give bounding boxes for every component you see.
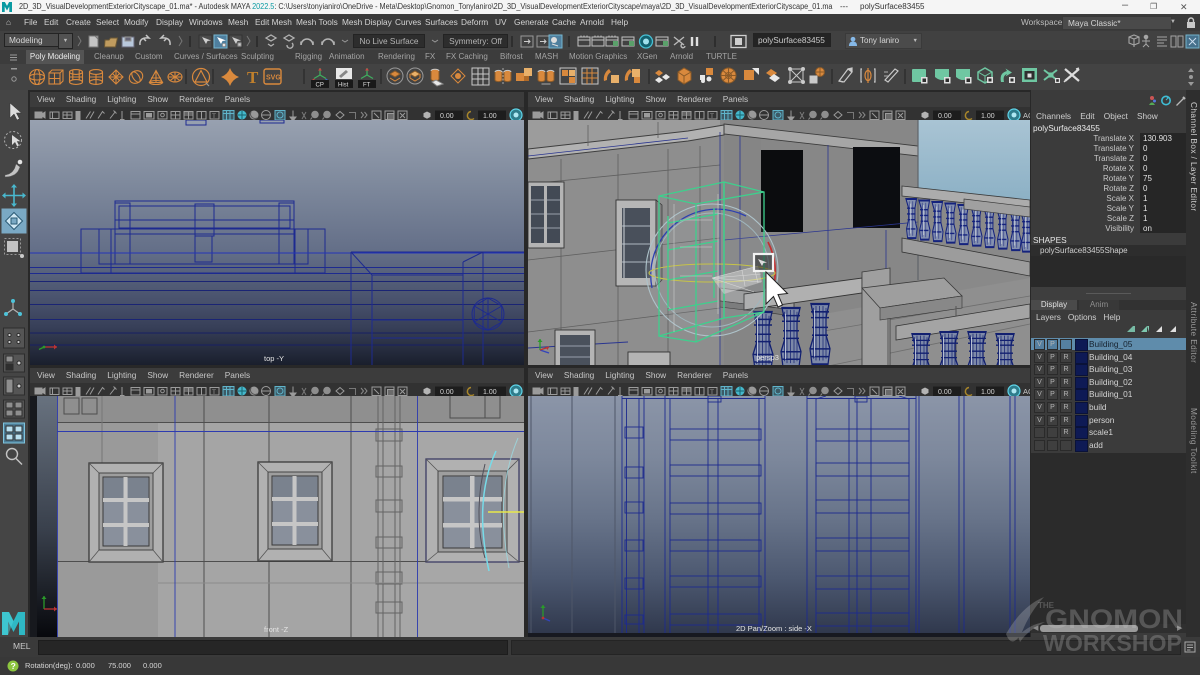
svg-text:FT: FT <box>363 83 371 89</box>
svg-text:front -Z: front -Z <box>264 625 289 634</box>
svg-text:Hist: Hist <box>338 83 349 89</box>
svg-text:persp3: persp3 <box>756 353 779 362</box>
svg-text:SVG: SVG <box>266 75 281 82</box>
svg-text:top -Y: top -Y <box>264 354 284 363</box>
svg-text:?: ? <box>11 661 16 671</box>
svg-text:CP: CP <box>316 83 324 89</box>
svg-text:2D Pan/Zoom : side -X: 2D Pan/Zoom : side -X <box>736 624 812 633</box>
svg-text:T: T <box>247 68 259 87</box>
